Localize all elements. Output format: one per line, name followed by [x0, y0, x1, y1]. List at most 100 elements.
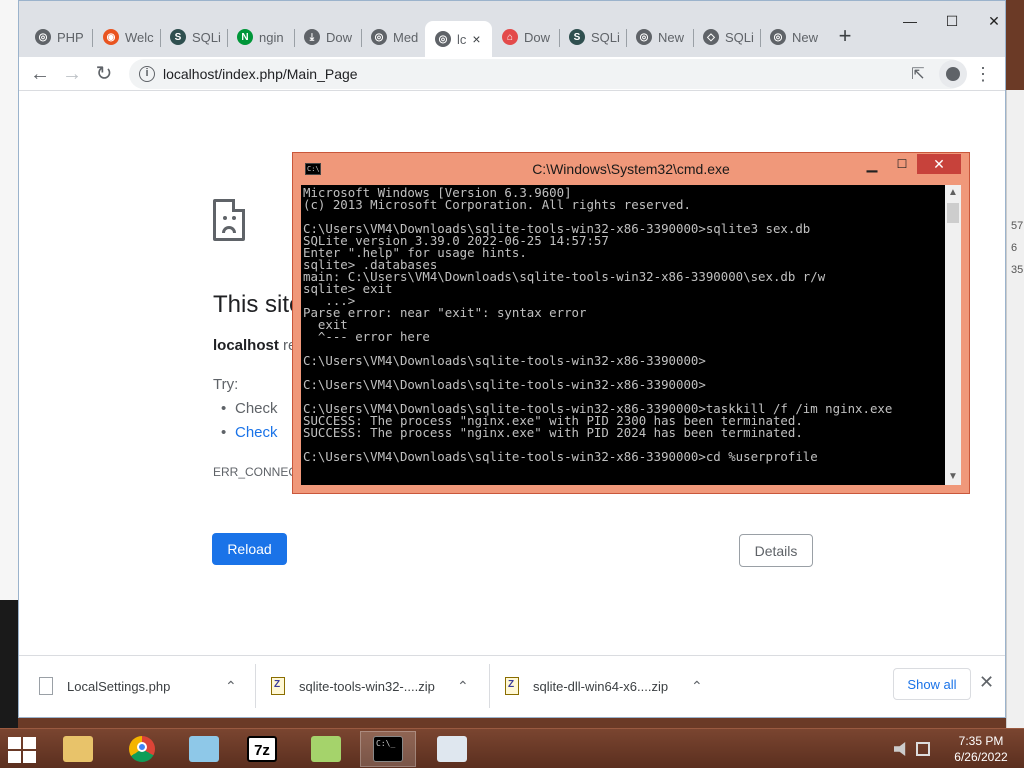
zip-file-icon — [505, 677, 519, 695]
profile-avatar[interactable] — [939, 60, 967, 88]
browser-tab[interactable]: ◉ Welc — [93, 21, 160, 53]
close-button[interactable]: ✕ — [917, 154, 961, 174]
file-icon — [39, 677, 53, 695]
scroll-down-icon[interactable]: ▼ — [945, 469, 961, 485]
chrome-icon: ◎ — [770, 29, 786, 45]
side-text: 57 — [1011, 220, 1024, 232]
browser-toolbar: ← → ↻ i localhost/index.php/Main_Page ⇱ … — [19, 57, 1005, 91]
clock-time: 7:35 PM — [958, 734, 1004, 748]
try-label: Try: — [213, 376, 239, 393]
error-description: localhost re — [213, 337, 296, 354]
new-tab-button[interactable]: + — [833, 25, 857, 49]
browser-tab[interactable]: ◎ New — [760, 21, 827, 53]
minimize-window-button[interactable]: — — [895, 11, 925, 31]
browser-tab[interactable]: ◎ PHP — [25, 21, 92, 53]
cmd-icon: C:\_ — [373, 736, 403, 762]
cmd-titlebar[interactable]: C:\ C:\Windows\System32\cmd.exe ▁ ☐ ✕ — [293, 153, 969, 184]
sqlite-icon: S — [170, 29, 186, 45]
download-icon: ⤓ — [304, 29, 320, 45]
share-icon[interactable]: ⇱ — [911, 64, 924, 84]
close-downloads-icon[interactable]: ✕ — [979, 672, 994, 693]
tab-label: Med — [393, 29, 419, 45]
download-filename: LocalSettings.php — [67, 678, 171, 694]
browser-tab[interactable]: ◎ New — [626, 21, 693, 53]
suggestion-link[interactable]: Check — [221, 424, 277, 441]
clock[interactable]: 7:35 PM 6/26/2022 — [946, 733, 1016, 765]
browser-tab[interactable]: ⤓ Dow — [294, 21, 361, 53]
browser-tab[interactable]: ◇ SQLi — [693, 21, 760, 53]
taskbar-app-button[interactable] — [298, 731, 354, 767]
tab-label: Welc — [125, 29, 154, 45]
chevron-up-icon[interactable]: ⌃ — [457, 678, 469, 695]
globe-icon: ◎ — [35, 29, 51, 45]
file-explorer-icon — [63, 736, 93, 762]
sad-page-icon — [213, 199, 245, 241]
details-button[interactable]: Details — [739, 534, 813, 567]
cmd-window[interactable]: C:\ C:\Windows\System32\cmd.exe ▁ ☐ ✕ Mi… — [292, 152, 970, 494]
scroll-up-icon[interactable]: ▲ — [945, 185, 961, 201]
address-bar[interactable]: i localhost/index.php/Main_Page ⇱ ☆ — [129, 59, 965, 89]
tab-close-icon[interactable]: × — [472, 31, 480, 47]
notepad-icon — [189, 736, 219, 762]
browser-tab[interactable]: S SQLi — [559, 21, 626, 53]
start-button[interactable] — [8, 737, 38, 763]
diamond-icon: ◇ — [703, 29, 719, 45]
minimize-button[interactable]: ▁ — [859, 155, 885, 173]
chrome-icon: ◎ — [636, 29, 652, 45]
chevron-up-icon[interactable]: ⌃ — [225, 678, 237, 695]
reload-button[interactable]: Reload — [212, 533, 287, 565]
browser-tab[interactable]: Nngin — [227, 21, 294, 53]
desktop-dark-area — [0, 600, 18, 728]
vertical-scrollbar[interactable]: ▲ ▼ — [945, 185, 961, 485]
error-host: localhost — [213, 337, 279, 354]
close-window-button[interactable]: ✕ — [979, 11, 1009, 31]
show-all-button[interactable]: Show all — [893, 668, 971, 700]
nginx-icon: N — [237, 29, 253, 45]
notepad-plus-plus-icon — [311, 736, 341, 762]
maximize-button[interactable]: ☐ — [889, 155, 915, 173]
tab-label: New — [792, 29, 819, 45]
download-filename: sqlite-dll-win64-x6....zip — [533, 678, 669, 694]
chrome-menu-button[interactable]: ⋮ — [973, 61, 993, 87]
clock-date: 6/26/2022 — [954, 750, 1008, 764]
download-item[interactable]: sqlite-tools-win32-....zip ⌃ — [271, 664, 481, 708]
system-tray — [894, 737, 934, 761]
tab-label: PHP — [57, 29, 84, 45]
tab-label: ngin — [259, 29, 284, 45]
side-text: 35 — [1011, 264, 1024, 276]
taskbar-app-button[interactable] — [50, 731, 106, 767]
tab-strip: ◎ PHP ◉ Welc S SQLi Nngin ⤓ Dow ◎ Med ◎ lc × ⌂ Dow S SQLi… — [19, 1, 1005, 57]
browser-tab[interactable]: S SQLi — [160, 21, 227, 53]
chevron-up-icon[interactable]: ⌃ — [691, 678, 703, 695]
chrome-icon — [129, 736, 155, 762]
console-output[interactable]: Microsoft Windows [Version 6.3.9600] (c)… — [303, 186, 943, 463]
browser-tab[interactable]: ◎ lc × — [425, 21, 492, 57]
network-icon[interactable] — [916, 742, 930, 756]
desktop-right-strip: 57 6 35 — [1006, 90, 1024, 728]
browser-tab[interactable]: ⌂ Dow — [492, 21, 559, 53]
globe-icon: ◎ — [435, 31, 451, 47]
tab-label: SQLi — [591, 29, 620, 45]
cmd-console[interactable]: Microsoft Windows [Version 6.3.9600] (c)… — [301, 185, 961, 485]
speaker-muted-icon[interactable] — [894, 742, 906, 756]
download-filename: sqlite-tools-win32-....zip — [299, 678, 435, 694]
tab-label: Dow — [326, 29, 353, 45]
download-item[interactable]: sqlite-dll-win64-x6....zip ⌃ — [505, 664, 715, 708]
back-button[interactable]: ← — [27, 61, 53, 87]
site-info-icon[interactable]: i — [139, 66, 155, 82]
scrollbar-thumb[interactable] — [947, 203, 959, 223]
reload-nav-button[interactable]: ↻ — [91, 61, 117, 87]
url-text[interactable]: localhost/index.php/Main_Page — [163, 66, 358, 82]
taskbar-app-button[interactable]: 7z — [234, 731, 290, 767]
tab-label: New — [658, 29, 685, 45]
maximize-window-button[interactable]: ☐ — [937, 11, 967, 31]
browser-tab[interactable]: ◎ Med — [361, 21, 428, 53]
download-item[interactable]: LocalSettings.php ⌃ — [39, 664, 249, 708]
error-title: This site — [213, 291, 303, 318]
taskbar-app-button[interactable]: C:\_ — [360, 731, 416, 767]
taskbar-app-button[interactable] — [114, 731, 170, 767]
taskbar-app-button[interactable] — [424, 731, 480, 767]
forward-button[interactable]: → — [59, 61, 85, 87]
tab-label: lc — [457, 31, 467, 47]
taskbar-app-button[interactable] — [176, 731, 232, 767]
